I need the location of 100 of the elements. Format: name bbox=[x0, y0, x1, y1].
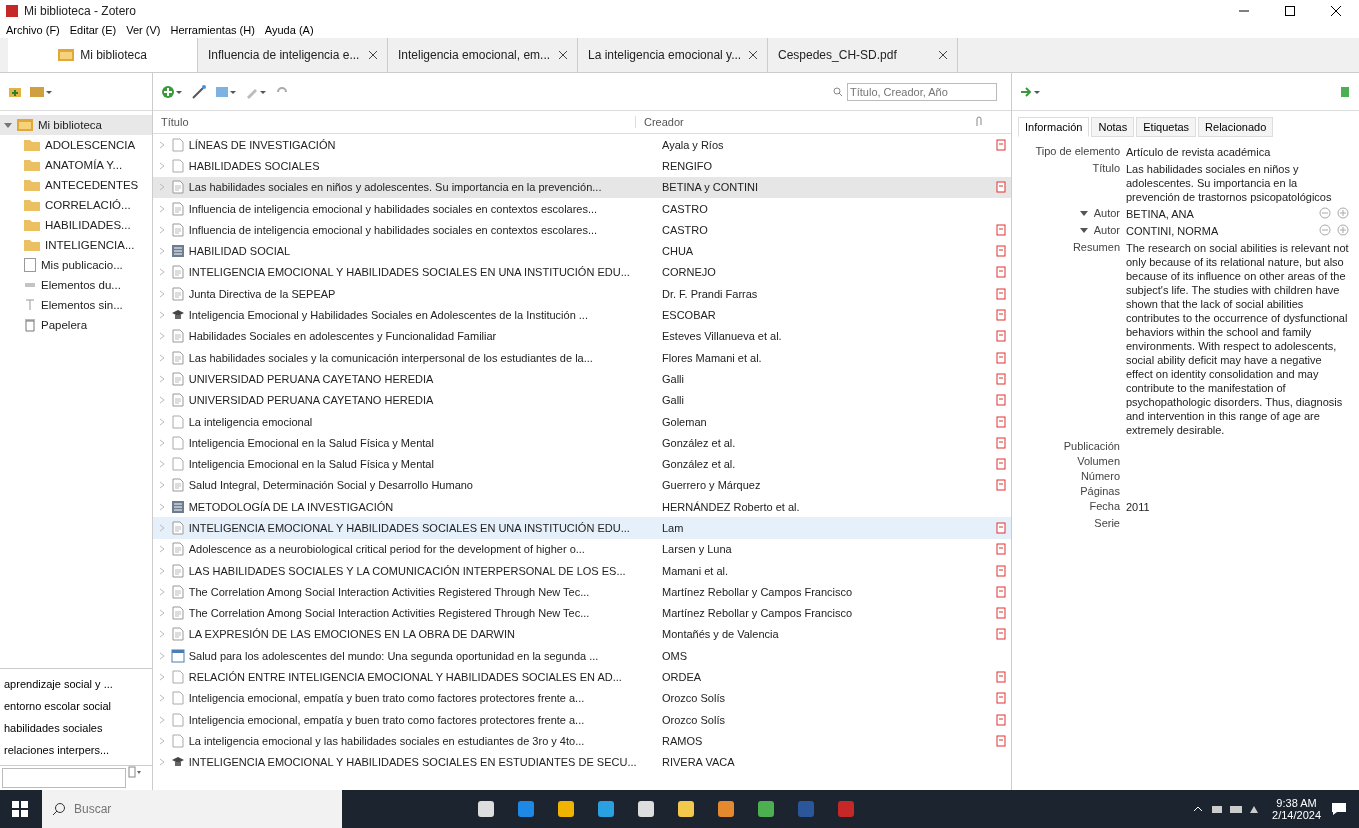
wand-icon[interactable] bbox=[191, 84, 207, 99]
close-tab-icon[interactable] bbox=[749, 48, 757, 62]
tree-item[interactable]: CORRELACIÓ... bbox=[0, 195, 152, 215]
table-row[interactable]: Inteligencia emocional, empatía y buen trato como factores protectores frente a... Orozco Solís bbox=[153, 709, 1011, 731]
tag-actions-icon[interactable] bbox=[128, 766, 142, 778]
expand-icon[interactable] bbox=[4, 121, 12, 129]
table-row[interactable]: Inteligencia Emocional en la Salud Física y Mental González et al. bbox=[153, 453, 1011, 475]
pdf-icon[interactable] bbox=[996, 287, 1007, 300]
pdf-icon[interactable] bbox=[996, 734, 1007, 747]
pdf-icon[interactable] bbox=[996, 330, 1007, 343]
maximize-icon[interactable] bbox=[1285, 6, 1295, 16]
pdf-icon[interactable] bbox=[996, 394, 1007, 407]
expand-icon[interactable] bbox=[159, 545, 167, 554]
table-row[interactable]: Influencia de inteligencia emocional y habilidades sociales en contextos escolares... CASTRO bbox=[153, 197, 1011, 220]
expand-icon[interactable] bbox=[159, 374, 167, 383]
minus-icon[interactable] bbox=[1319, 224, 1331, 236]
expand-icon[interactable] bbox=[159, 566, 167, 575]
field-value[interactable]: Artículo de revista académica bbox=[1126, 145, 1349, 159]
table-row[interactable]: Salud Integral, Determinación Social y Desarrollo Humano Guerrero y Márquez bbox=[153, 474, 1011, 497]
tag[interactable]: habilidades sociales bbox=[4, 717, 148, 739]
tree-item[interactable]: Mi biblioteca bbox=[0, 115, 152, 135]
pdf-icon[interactable] bbox=[996, 351, 1007, 364]
pdf-icon[interactable] bbox=[996, 479, 1007, 492]
tab[interactable]: Notas bbox=[1091, 117, 1135, 137]
plus-icon[interactable] bbox=[1337, 207, 1349, 219]
table-row[interactable]: LA EXPRESIÓN DE LAS EMOCIONES EN LA OBRA DE DARWIN Montañés y de Valencia bbox=[153, 623, 1011, 646]
table-row[interactable]: UNIVERSIDAD PERUANA CAYETANO HEREDIA Galli bbox=[153, 368, 1011, 390]
tree-item[interactable]: Mis publicacio... bbox=[0, 255, 152, 275]
expand-icon[interactable] bbox=[159, 353, 167, 362]
pdf-icon[interactable] bbox=[996, 245, 1007, 258]
table-row[interactable]: Las habilidades sociales y la comunicación interpersonal de los estudiantes de la... Flores Mamani et al. bbox=[153, 346, 1011, 369]
table-row[interactable]: UNIVERSIDAD PERUANA CAYETANO HEREDIA Galli bbox=[153, 389, 1011, 411]
table-row[interactable]: INTELIGENCIA EMOCIONAL Y HABILIDADES SOCIALES EN UNA INSTITUCIÓN EDU... CORNEJO bbox=[153, 261, 1011, 284]
menu-item[interactable]: Ayuda (A) bbox=[262, 24, 316, 36]
table-row[interactable]: Junta Directiva de la SEPEAP Dr. F. Prandi Farras bbox=[153, 283, 1011, 305]
expand-icon[interactable] bbox=[159, 736, 167, 745]
tree-item[interactable]: INTELIGENCIA... bbox=[0, 235, 152, 255]
tree-item[interactable]: ANTECEDENTES bbox=[0, 175, 152, 195]
table-row[interactable]: RELACIÓN ENTRE INTELIGENCIA EMOCIONAL Y HABILIDADES SOCIALES EN AD... ORDEA bbox=[153, 666, 1011, 688]
pdf-icon[interactable] bbox=[996, 607, 1007, 620]
field-value[interactable]: BETINA, ANA bbox=[1126, 207, 1313, 221]
tab[interactable]: Etiquetas bbox=[1136, 117, 1197, 137]
expand-icon[interactable] bbox=[159, 417, 167, 426]
tree-item[interactable]: Elementos sin... bbox=[0, 295, 152, 315]
column-header[interactable]: Título bbox=[153, 116, 636, 128]
table-row[interactable]: The Correlation Among Social Interaction Activities Registered Through New Tec... Martínez Rebollar y Campos Francisco bbox=[153, 602, 1011, 624]
pdf-icon[interactable] bbox=[996, 543, 1007, 556]
expand-icon[interactable] bbox=[159, 268, 167, 277]
locate-icon[interactable] bbox=[1020, 84, 1042, 99]
notification-icon[interactable] bbox=[1331, 802, 1347, 816]
pdf-icon[interactable] bbox=[996, 564, 1007, 577]
tree-item[interactable]: Papelera bbox=[0, 315, 152, 335]
tree-item[interactable]: HABILIDADES... bbox=[0, 215, 152, 235]
field-value[interactable]: The research on social abilities is relevant not only because of its relational nature, but also because of its influence on other areas of the subject's life. The studies with children have shown that the lack of social abilities contributes to the occurrence of dysfunctional behaviors within the school and family environments. With respect to adolescents, social ability deficit may have a negative effect on identity consolidation and may contribute to the manifestation of psychopathologic disorders. Thus, diagnosis and intervention in this range of age are extremely desirable. bbox=[1126, 241, 1349, 437]
tag-filter-field[interactable] bbox=[2, 768, 126, 788]
table-row[interactable]: Salud para los adolescentes del mundo: Una segunda oportunidad en la segunda ... OMS bbox=[153, 645, 1011, 667]
table-row[interactable]: Inteligencia emocional, empatía y buen trato como factores protectores frente a... Orozco Solís bbox=[153, 687, 1011, 709]
menu-item[interactable]: Editar (E) bbox=[67, 24, 119, 36]
menu-item[interactable]: Archivo (F) bbox=[4, 24, 62, 36]
new-item-icon[interactable] bbox=[161, 84, 183, 99]
table-row[interactable]: METODOLOGÍA DE LA INVESTIGACIÓN HERNÁNDEZ Roberto et al. bbox=[153, 496, 1011, 518]
pdf-icon[interactable] bbox=[996, 372, 1007, 385]
pdf-icon[interactable] bbox=[996, 671, 1007, 684]
expand-icon[interactable] bbox=[159, 247, 167, 256]
minus-icon[interactable] bbox=[1319, 207, 1331, 219]
library-dropdown-icon[interactable] bbox=[30, 84, 52, 99]
expand-icon[interactable] bbox=[159, 460, 167, 469]
expand-icon[interactable] bbox=[159, 438, 167, 447]
plus-icon[interactable] bbox=[1337, 224, 1349, 236]
tag[interactable]: aprendizaje social y ... bbox=[4, 673, 148, 695]
pdf-icon[interactable] bbox=[996, 628, 1007, 641]
expand-icon[interactable] bbox=[159, 673, 167, 682]
table-row[interactable]: LÍNEAS DE INVESTIGACIÓN Ayala y Ríos bbox=[153, 134, 1011, 156]
expand-icon[interactable] bbox=[159, 630, 167, 639]
table-row[interactable]: INTELIGENCIA EMOCIONAL Y HABILIDADES SOCIALES EN UNA INSTITUCIÓN EDU... Lam bbox=[153, 517, 1011, 539]
tab[interactable]: Información bbox=[1018, 117, 1090, 137]
pdf-icon[interactable] bbox=[996, 266, 1007, 279]
expand-icon[interactable] bbox=[159, 396, 167, 405]
expand-icon[interactable] bbox=[159, 204, 167, 213]
table-row[interactable]: HABILIDAD SOCIAL CHUA bbox=[153, 240, 1011, 262]
column-header[interactable]: Creador bbox=[636, 116, 974, 128]
menu-item[interactable]: Ver (V) bbox=[124, 24, 163, 36]
expand-icon[interactable] bbox=[159, 694, 167, 703]
expand-icon[interactable] bbox=[159, 140, 167, 149]
expand-icon[interactable] bbox=[159, 481, 167, 490]
field-value[interactable]: 2011 bbox=[1126, 500, 1349, 514]
pdf-icon[interactable] bbox=[996, 415, 1007, 428]
field-value[interactable]: Las habilidades sociales en niños y adolescentes. Su importancia en la prevención de trastornos psicopatológicos bbox=[1126, 162, 1349, 204]
pdf-icon[interactable] bbox=[996, 436, 1007, 449]
expand-icon[interactable] bbox=[159, 502, 167, 511]
tag[interactable]: entorno escolar social bbox=[4, 695, 148, 717]
pdf-icon[interactable] bbox=[996, 181, 1007, 194]
menu-item[interactable]: Herramientas (H) bbox=[168, 24, 257, 36]
attachment-add-icon[interactable] bbox=[215, 84, 237, 99]
pdf-icon[interactable] bbox=[996, 138, 1007, 151]
pdf-icon[interactable] bbox=[996, 309, 1007, 321]
expand-icon[interactable] bbox=[159, 332, 167, 341]
expand-icon[interactable] bbox=[159, 161, 167, 170]
table-row[interactable]: INTELIGENCIA EMOCIONAL Y HABILIDADES SOCIALES EN ESTUDIANTES DE SECU... RIVERA VACA bbox=[153, 751, 1011, 773]
tree-item[interactable]: ADOLESCENCIA bbox=[0, 135, 152, 155]
